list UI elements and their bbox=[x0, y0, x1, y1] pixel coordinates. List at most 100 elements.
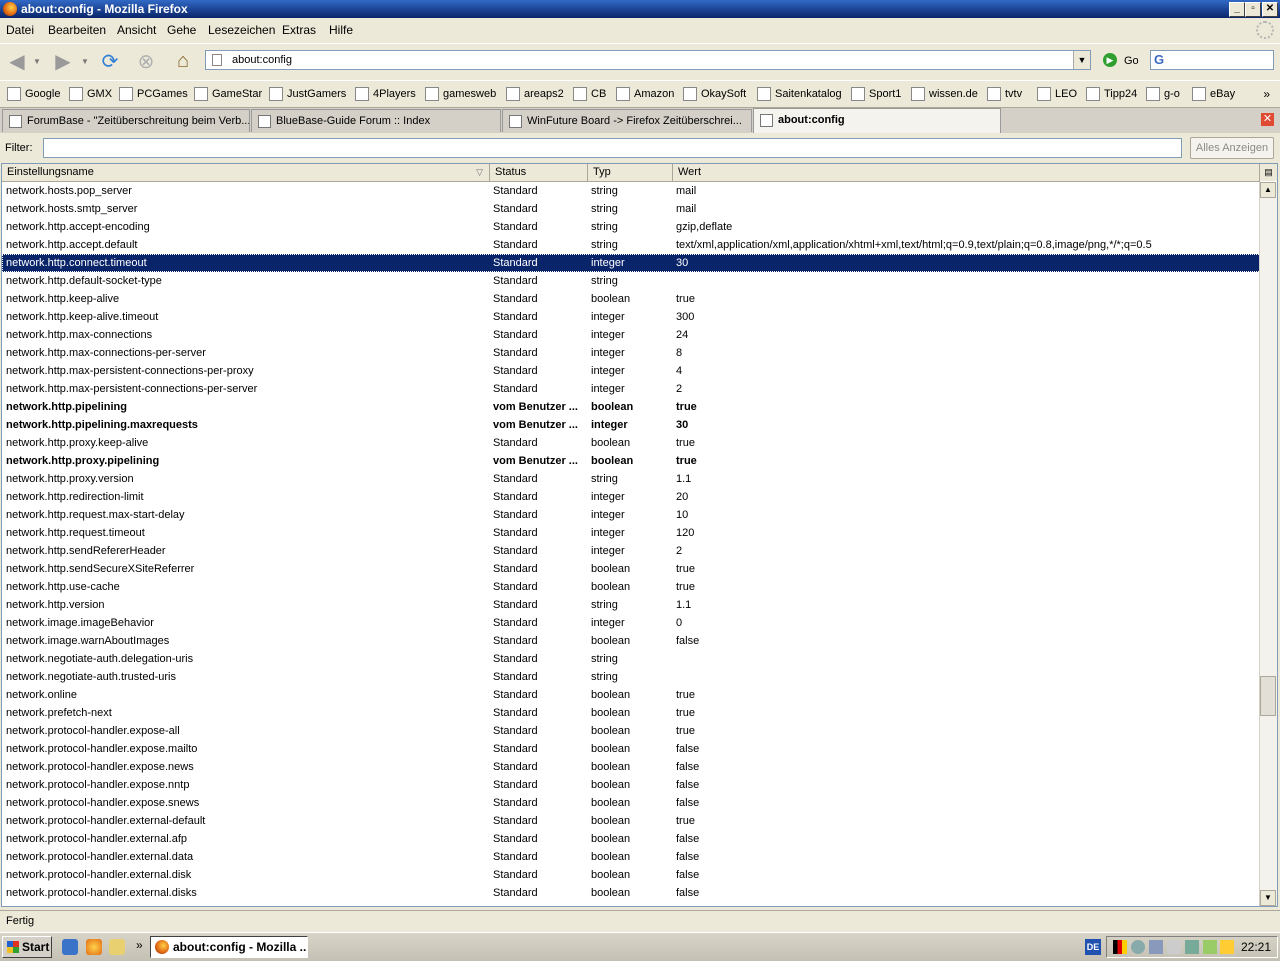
back-button[interactable]: ◀ bbox=[4, 49, 30, 73]
stop-button[interactable]: ⊗ bbox=[133, 49, 159, 73]
bookmark-item[interactable]: tvtv bbox=[987, 86, 1022, 102]
table-row[interactable]: network.http.accept.default Standard strin… bbox=[2, 236, 1261, 254]
table-row[interactable]: network.http.keep-alive.timeout Standard i… bbox=[2, 308, 1261, 326]
menu-gehe[interactable]: Gehe bbox=[167, 23, 196, 37]
column-picker-icon[interactable]: ▤ bbox=[1259, 164, 1277, 181]
close-button[interactable]: ✕ bbox=[1262, 2, 1278, 17]
table-row[interactable]: network.http.max-persistent-connections-… bbox=[2, 380, 1261, 398]
home-button[interactable]: ⌂ bbox=[170, 49, 196, 73]
menu-bearbeiten[interactable]: Bearbeiten bbox=[48, 23, 106, 37]
bookmark-item[interactable]: GMX bbox=[69, 86, 112, 102]
menu-hilfe[interactable]: Hilfe bbox=[329, 23, 353, 37]
vertical-scrollbar[interactable]: ▲ ▼ bbox=[1259, 182, 1277, 906]
minimize-button[interactable]: _ bbox=[1229, 2, 1245, 17]
search-box[interactable]: G bbox=[1150, 50, 1274, 70]
tab-forumbase[interactable]: ForumBase - "Zeitüberschreitung beim Ver… bbox=[2, 109, 250, 132]
table-row[interactable]: network.image.imageBehavior Standard integ… bbox=[2, 614, 1261, 632]
quicklaunch-overflow-button[interactable]: » bbox=[136, 938, 143, 952]
table-row[interactable]: network.http.max-connections Standard inte… bbox=[2, 326, 1261, 344]
table-row[interactable]: network.image.warnAboutImages Standard boo… bbox=[2, 632, 1261, 650]
scroll-down-arrow-icon[interactable]: ▼ bbox=[1260, 890, 1276, 906]
table-row[interactable]: network.protocol-handler.expose-all Stand… bbox=[2, 722, 1261, 740]
table-row[interactable]: network.http.request.max-start-delay Stan… bbox=[2, 506, 1261, 524]
table-row[interactable]: network.http.sendRefererHeader Standard in… bbox=[2, 542, 1261, 560]
language-indicator[interactable]: DE bbox=[1085, 939, 1101, 955]
forward-button[interactable]: ▶ bbox=[50, 49, 76, 73]
table-row[interactable]: network.http.request.timeout Standard inte… bbox=[2, 524, 1261, 542]
table-row[interactable]: network.http.default-socket-type Standard… bbox=[2, 272, 1261, 290]
close-tab-icon[interactable]: ✕ bbox=[1261, 113, 1274, 126]
url-history-dropdown[interactable]: ▼ bbox=[1073, 51, 1090, 69]
bookmark-item[interactable]: Amazon bbox=[616, 86, 674, 102]
table-row[interactable]: network.protocol-handler.external.afp Sta… bbox=[2, 830, 1261, 848]
go-button[interactable]: Go bbox=[1124, 55, 1139, 67]
bookmark-item[interactable]: gamesweb bbox=[425, 86, 496, 102]
bookmark-item[interactable]: wissen.de bbox=[911, 86, 978, 102]
table-row[interactable]: network.protocol-handler.external.disk St… bbox=[2, 866, 1261, 884]
start-button[interactable]: Start bbox=[2, 936, 52, 958]
bookmark-item[interactable]: PCGames bbox=[119, 86, 188, 102]
table-row[interactable]: network.prefetch-next Standard boolean true bbox=[2, 704, 1261, 722]
bookmarks-overflow-button[interactable]: » bbox=[1263, 87, 1270, 101]
back-history-dropdown[interactable]: ▼ bbox=[30, 49, 44, 73]
table-row[interactable]: network.hosts.pop_server Standard string ma… bbox=[2, 182, 1261, 200]
bookmark-item[interactable]: JustGamers bbox=[269, 86, 346, 102]
forward-history-dropdown[interactable]: ▼ bbox=[78, 49, 92, 73]
table-row[interactable]: network.protocol-handler.expose.nntp Stan… bbox=[2, 776, 1261, 794]
table-row[interactable]: network.protocol-handler.expose.mailto St… bbox=[2, 740, 1261, 758]
explorer-quicklaunch-icon[interactable] bbox=[109, 939, 125, 955]
table-row[interactable]: network.hosts.smtp_server Standard string m… bbox=[2, 200, 1261, 218]
table-row[interactable]: network.http.pipelining.maxrequests vom B… bbox=[2, 416, 1261, 434]
tray-app-icon[interactable] bbox=[1185, 940, 1199, 954]
column-header-type[interactable]: Typ bbox=[588, 164, 673, 181]
url-text[interactable]: about:config bbox=[232, 54, 292, 66]
column-header-value[interactable]: Wert bbox=[673, 164, 1260, 181]
network-icon[interactable] bbox=[1131, 940, 1145, 954]
tab-about-config[interactable]: about:config bbox=[753, 108, 1001, 133]
go-icon[interactable]: ▶ bbox=[1103, 53, 1117, 67]
scroll-up-arrow-icon[interactable]: ▲ bbox=[1260, 182, 1276, 198]
firefox-icon[interactable] bbox=[3, 2, 17, 16]
bookmark-item[interactable]: g-o bbox=[1146, 86, 1180, 102]
bookmark-item[interactable]: eBay bbox=[1192, 86, 1235, 102]
bookmark-item[interactable]: Sport1 bbox=[851, 86, 901, 102]
bookmark-item[interactable]: Google bbox=[7, 86, 60, 102]
menu-lesezeichen[interactable]: Lesezeichen bbox=[208, 23, 275, 37]
reload-button[interactable]: ⟳ bbox=[97, 49, 123, 73]
monitor-icon[interactable] bbox=[1149, 940, 1163, 954]
flag-icon[interactable] bbox=[1113, 940, 1127, 954]
bookmark-item[interactable]: Tipp24 bbox=[1086, 86, 1137, 102]
tab-bluebase[interactable]: BlueBase-Guide Forum :: Index bbox=[251, 109, 501, 132]
filter-input[interactable] bbox=[43, 138, 1182, 158]
tray-app-icon[interactable] bbox=[1203, 940, 1217, 954]
bookmark-item[interactable]: OkaySoft bbox=[683, 86, 746, 102]
bookmark-item[interactable]: CB bbox=[573, 86, 606, 102]
volume-icon[interactable] bbox=[1167, 940, 1181, 954]
bookmark-item[interactable]: areaps2 bbox=[506, 86, 564, 102]
menu-extras[interactable]: Extras bbox=[282, 23, 316, 37]
table-row[interactable]: network.protocol-handler.expose.news Stan… bbox=[2, 758, 1261, 776]
taskbar-firefox-window[interactable]: about:config - Mozilla ... bbox=[150, 936, 308, 958]
show-desktop-icon[interactable] bbox=[62, 939, 78, 955]
table-row[interactable]: network.negotiate-auth.delegation-uris St… bbox=[2, 650, 1261, 668]
table-row[interactable]: network.protocol-handler.external.data St… bbox=[2, 848, 1261, 866]
maximize-button[interactable]: ▫ bbox=[1245, 2, 1261, 17]
table-row[interactable]: network.http.proxy.pipelining vom Benutze… bbox=[2, 452, 1261, 470]
search-engine-icon[interactable]: G bbox=[1154, 52, 1164, 67]
table-row[interactable]: network.http.redirection-limit Standard in… bbox=[2, 488, 1261, 506]
menu-ansicht[interactable]: Ansicht bbox=[117, 23, 156, 37]
table-row[interactable]: network.protocol-handler.expose.snews Sta… bbox=[2, 794, 1261, 812]
menu-datei[interactable]: Datei bbox=[6, 23, 34, 37]
url-bar[interactable]: about:config ▼ bbox=[205, 50, 1091, 70]
table-row[interactable]: network.online Standard boolean true bbox=[2, 686, 1261, 704]
tab-winfuture[interactable]: WinFuture Board -> Firefox Zeitüberschre… bbox=[502, 109, 752, 132]
tray-app-icon[interactable] bbox=[1220, 940, 1234, 954]
show-all-button[interactable]: Alles Anzeigen bbox=[1190, 137, 1274, 159]
table-row[interactable]: network.protocol-handler.external.disks S… bbox=[2, 884, 1261, 902]
column-header-name[interactable]: Einstellungsname ▽ bbox=[2, 164, 490, 181]
bookmark-item[interactable]: Saitenkatalog bbox=[757, 86, 842, 102]
table-row[interactable]: network.protocol-handler.external-defaul… bbox=[2, 812, 1261, 830]
firefox-quicklaunch-icon[interactable] bbox=[86, 939, 102, 955]
table-row[interactable]: network.http.pipelining vom Benutzer ... b… bbox=[2, 398, 1261, 416]
bookmark-item[interactable]: GameStar bbox=[194, 86, 262, 102]
